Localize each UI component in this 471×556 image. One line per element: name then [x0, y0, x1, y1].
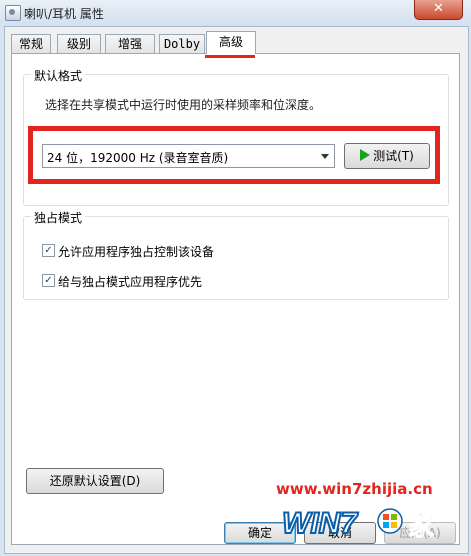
tab-label: 高级	[218, 35, 243, 49]
speaker-icon	[5, 5, 21, 21]
exclusive-mode-legend: 独占模式	[31, 209, 86, 226]
tab-label: 级别	[66, 37, 91, 51]
checkbox-checked-icon[interactable]: ✓	[42, 274, 55, 287]
checkbox-label: 允许应用程序独占控制该设备	[58, 245, 215, 259]
tab-enhancements[interactable]: 增强	[105, 34, 155, 53]
checkbox-label: 给与独占模式应用程序优先	[58, 275, 203, 289]
tab-label: 增强	[117, 37, 142, 51]
window-title: 喇叭/耳机 属性	[24, 7, 104, 21]
default-format-description: 选择在共享模式中运行时使用的采样频率和位深度。	[45, 98, 322, 112]
close-icon: ✕	[433, 1, 444, 16]
watermark-url: www.win7zhijia.cn	[276, 480, 433, 498]
watermark-logo-text: WIN7	[282, 507, 358, 540]
restore-defaults-button[interactable]: 还原默认设置(D)	[26, 468, 164, 494]
default-format-legend: 默认格式	[31, 67, 86, 84]
tab-label: 常规	[18, 37, 43, 51]
checkbox-checked-icon[interactable]: ✓	[42, 244, 55, 257]
watermark-logo-suffix: 家	[408, 511, 434, 542]
active-tab-highlight	[205, 55, 255, 58]
tab-advanced[interactable]: 高级	[206, 31, 256, 54]
title-bar[interactable]: 喇叭/耳机 属性 ✕	[0, 0, 471, 26]
watermark-logo: WIN7 家	[281, 506, 435, 543]
restore-defaults-label: 还原默认设置(D)	[49, 474, 141, 488]
tab-general[interactable]: 常规	[11, 34, 51, 53]
ok-label: 确定	[247, 526, 272, 540]
tab-levels[interactable]: 级别	[57, 34, 101, 53]
windows-flag-icon	[377, 508, 403, 534]
tab-dolby[interactable]: Dolby	[159, 34, 205, 53]
highlight-box	[28, 126, 440, 184]
tab-label: Dolby	[163, 37, 201, 51]
close-button[interactable]: ✕	[414, 0, 463, 20]
